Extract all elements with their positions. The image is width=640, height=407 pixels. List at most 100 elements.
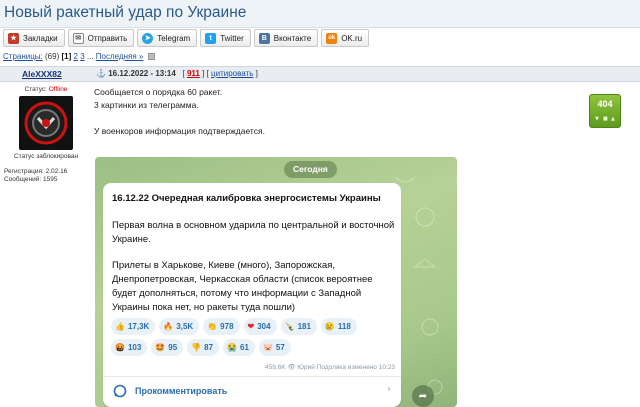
vk-icon: B [258,32,270,44]
thumbs-down-icon: 👎 [191,342,202,352]
quote-open: [ [206,69,209,78]
telegram-icon: ➤ [142,32,154,44]
twitter-label: Twitter [220,33,244,43]
reactions-row-2: 🤬 103 🤩 95 👎 87 😭 61 🐷 57 [111,339,401,356]
reaction-star-eyes[interactable]: 🤩 95 [151,339,184,356]
telegram-message: 16.12.22 Очередная калибровка энергосист… [103,183,401,407]
telegram-share-button[interactable]: ➤ Telegram [137,29,198,47]
reaction-count: 17,3K [127,322,150,331]
quote-link[interactable]: цитировать [211,69,253,78]
message-divider [103,376,401,377]
heart-icon: ❤ [247,321,255,331]
pages-label[interactable]: Страницы: [3,52,43,61]
star-eyes-icon: 🤩 [155,342,166,352]
date-pill: Сегодня [284,161,337,178]
post-number-close: ] [202,69,205,78]
title-bar: Новый ракетный удар по Украине [0,0,640,28]
send-button[interactable]: ✉ Отправить [67,29,135,47]
comment-label: Прокомментировать [135,386,228,396]
reaction-count: 304 [257,322,271,331]
vk-label: Вконтакте [273,33,312,43]
message-footer: 459,6K 👁 Юрий Подоляка изменено 10:23 [264,364,395,371]
user-messages: Сообщений: 1595 [4,176,58,183]
post-datetime: 16.12.2022 - 13:14 [108,69,176,78]
avatar-logo-icon [24,101,68,145]
pagination: Страницы: (69) [1] 2 3 ... Последняя » [3,52,155,61]
last-page-link[interactable]: Последняя » [96,52,144,61]
post-line [94,112,265,125]
reaction-clap[interactable]: 👏 978 [203,318,240,335]
status-label: Статус: [24,86,47,93]
post-header: AleXXX82 ⚓ 16.12.2022 - 13:14 [ 911 ] [ … [0,66,640,82]
post-line: Сообщается о порядка 60 ракет. [94,87,223,97]
reaction-count: 103 [127,343,142,352]
comment-button[interactable]: Прокомментировать [113,384,227,398]
reaction-angry[interactable]: 🤬 103 [111,339,148,356]
angry-icon: 🤬 [115,342,125,352]
page-jump-icon[interactable] [147,53,155,61]
message-paragraph-2: Прилеты в Харькове, Киеве (много), Запор… [112,260,373,313]
comment-bubble-icon [113,384,127,398]
current-page: [1] [61,52,72,61]
reaction-thumbs-down[interactable]: 👎 87 [187,339,220,356]
clap-icon: 👏 [207,321,218,331]
ok-icon: ok [326,32,338,44]
reaction-fire[interactable]: 🔥 3,5K [159,318,200,335]
bookmark-icon: ★ [8,32,19,44]
thumbs-up-icon: 👍 [115,321,125,331]
mail-icon: ✉ [72,32,84,44]
reaction-sob[interactable]: 😭 61 [223,339,255,356]
reaction-count: 61 [240,343,249,352]
post-number-open: [ [182,69,185,78]
quote-close: ] [255,69,258,78]
page-title: Новый ракетный удар по Украине [4,4,247,21]
post-line: 3 картинки из телеграмма. [94,100,199,110]
rate-neutral-icon[interactable]: ■ [603,116,608,122]
pages-ellipsis: ... [86,52,94,61]
post-number[interactable]: 911 [187,69,200,78]
anchor-icon[interactable]: ⚓ [96,69,106,78]
forward-icon[interactable]: ➦ [412,385,434,407]
reaction-count: 118 [337,322,351,331]
chevron-right-icon: › [387,384,391,395]
ok-share-button[interactable]: ok OK.ru [321,29,370,47]
twitter-share-button[interactable]: t Twitter [200,29,251,47]
pages-total: (69) [45,52,60,61]
twitter-icon: t [205,32,217,44]
user-blocked: Статус заблокирован [13,153,79,160]
reaction-champagne[interactable]: 🍾 181 [280,318,317,335]
sob-icon: 😭 [227,342,238,352]
reaction-count: 978 [220,322,234,331]
author-name[interactable]: AleXXX82 [22,69,62,79]
post-body: Сообщается о порядка 60 ракет. 3 картинк… [94,86,265,138]
user-status: Статус: Offline [4,86,88,93]
telegram-label: Telegram [157,33,191,43]
reactions-row-1: 👍 17,3K 🔥 3,5K 👏 978 ❤ 304 🍾 181 😢 118 [111,318,401,335]
reaction-count: 3,5K [176,322,194,331]
send-label: Отправить [87,33,128,43]
reaction-heart[interactable]: ❤ 304 [243,318,277,335]
reaction-thumbs-up[interactable]: 👍 17,3K [111,318,156,335]
user-registration: Регистрация: 2.02.16 [4,168,68,175]
reaction-pig[interactable]: 🐷 57 [258,339,291,356]
rating-value: 404 [597,99,613,109]
message-title: 16.12.22 Очередная калибровка энергосист… [112,193,381,204]
page-link-3[interactable]: 3 [80,52,84,61]
share-toolbar: ★ Закладки ✉ Отправить ➤ Telegram t Twit… [3,28,370,48]
page-link-2[interactable]: 2 [74,52,78,61]
bookmarks-label: Закладки [23,33,58,43]
ok-label: OK.ru [341,33,363,43]
bookmarks-button[interactable]: ★ Закладки [3,29,65,47]
pig-icon: 🐷 [262,342,273,352]
rate-up-icon[interactable]: ▲ [611,116,615,122]
cry-icon: 😢 [324,321,335,331]
reaction-count: 95 [168,343,178,352]
status-value: Offline [48,86,68,93]
avatar[interactable] [19,96,73,150]
reaction-count: 181 [297,322,311,331]
vk-share-button[interactable]: B Вконтакте [253,29,319,47]
message-paragraph-1: Первая волна в основном ударила по центр… [112,220,395,245]
rate-down-icon[interactable]: ▼ [595,116,599,122]
reaction-cry[interactable]: 😢 118 [320,318,357,335]
post-meta: ⚓ 16.12.2022 - 13:14 [ 911 ] [ цитироват… [96,69,258,78]
